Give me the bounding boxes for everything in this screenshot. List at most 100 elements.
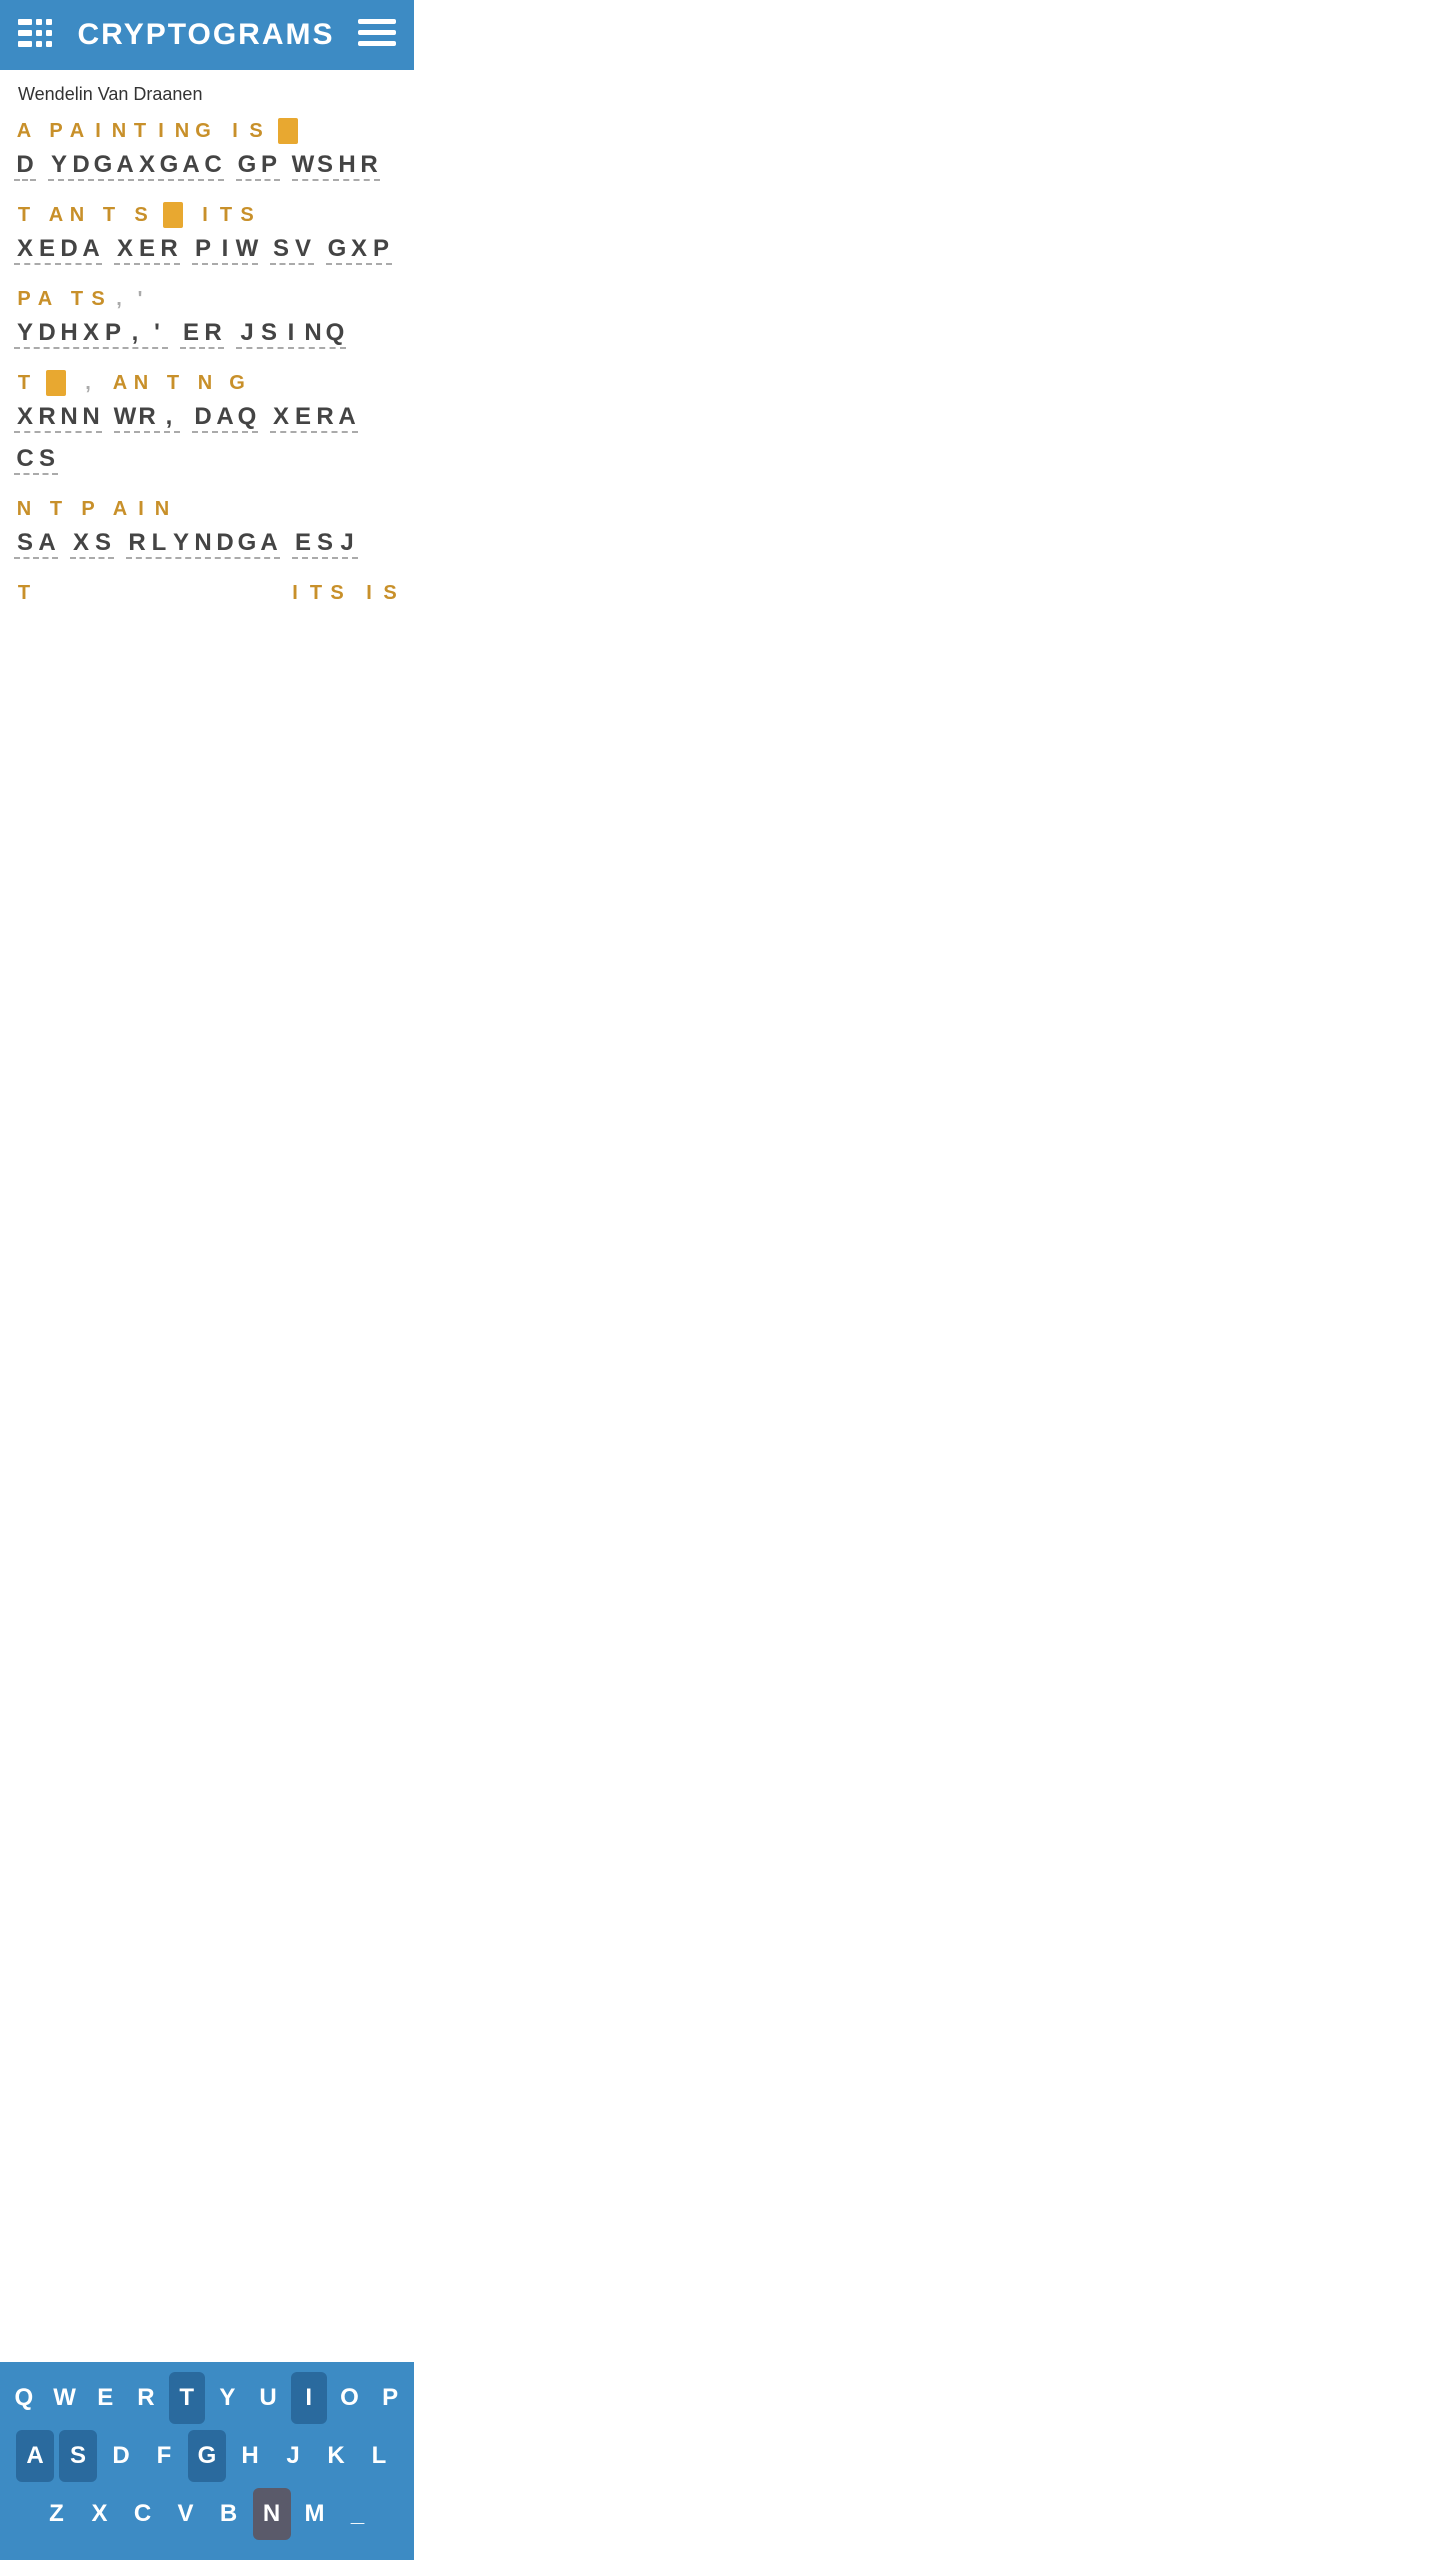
decoded-line-4: T , AN T N G	[14, 365, 400, 401]
encoded-word: YDHXP,'	[14, 319, 168, 349]
encoded-line-2: XEDA XER PIW SV GXP	[14, 235, 400, 265]
encoded-word: CS	[14, 445, 58, 475]
encoded-word: GP	[236, 151, 280, 181]
decoded-word: AIN	[110, 496, 172, 522]
puzzle-line-1: A PAINTING IS D YDGAXGAC GP WSHR	[14, 113, 400, 181]
encoded-word: GXP	[326, 235, 392, 265]
decoded-word: A	[14, 118, 34, 144]
encoded-word: XS	[70, 529, 114, 559]
decoded-word	[46, 370, 66, 396]
decoded-word	[163, 202, 183, 228]
encoded-word: DAQ	[192, 403, 258, 433]
key-G[interactable]: G	[188, 2430, 226, 2482]
key-C[interactable]: C	[124, 2488, 162, 2540]
key-N[interactable]: N	[253, 2488, 291, 2540]
decoded-line-5: N T P AIN	[14, 491, 400, 527]
key-W[interactable]: W	[47, 2372, 83, 2424]
encoded-line-1: D YDGAXGAC GP WSHR	[14, 151, 400, 181]
decoded-word: N	[195, 370, 215, 396]
decoded-line-1: A PAINTING IS	[14, 113, 400, 149]
encoded-line-5: SA XS RLYNDGA ESJ	[14, 529, 400, 559]
encoded-word: XERA	[270, 403, 358, 433]
decoded-word: T	[14, 580, 34, 606]
encoded-word: ER	[180, 319, 224, 349]
key-V[interactable]: V	[167, 2488, 205, 2540]
decoded-word: ITS	[285, 580, 347, 606]
encoded-word: WR,	[114, 403, 180, 433]
key-A[interactable]: A	[16, 2430, 54, 2482]
encoded-line-4: XRNN WR, DAQ XERA CS	[14, 403, 400, 475]
decoded-letter: A	[14, 118, 34, 144]
encoded-word: XRNN	[14, 403, 102, 433]
key-M[interactable]: M	[296, 2488, 334, 2540]
decoded-line-3: PA TS,'	[14, 281, 400, 317]
decoded-word: AN	[110, 370, 151, 396]
key-L[interactable]: L	[360, 2430, 398, 2482]
key-O[interactable]: O	[332, 2372, 368, 2424]
encoded-word: D	[14, 151, 36, 181]
decoded-word: IS	[359, 580, 400, 606]
attribution: Wendelin Van Draanen	[0, 70, 414, 113]
key-P[interactable]: P	[372, 2372, 408, 2424]
decoded-word: ITS	[195, 202, 257, 228]
puzzle-area: A PAINTING IS D YDGAXGAC GP WSHR	[0, 113, 414, 827]
key-B[interactable]: B	[210, 2488, 248, 2540]
decoded-word	[278, 118, 298, 144]
key-U[interactable]: U	[250, 2372, 286, 2424]
encoded-word: YDGAXGAC	[48, 151, 224, 181]
key-I[interactable]: I	[291, 2372, 327, 2424]
decoded-word: PA	[14, 286, 55, 312]
key-Z[interactable]: Z	[38, 2488, 76, 2540]
decoded-word: T	[163, 370, 183, 396]
puzzle-line-6: T ITS IS	[14, 575, 400, 611]
header: Cryptograms	[0, 0, 414, 70]
encoded-word: RLYNDGA	[126, 529, 280, 559]
key-T[interactable]: T	[169, 2372, 205, 2424]
encoded-word: SA	[14, 529, 58, 559]
decoded-word: ,	[78, 370, 98, 396]
bars-icon	[18, 19, 54, 52]
keyboard: Q W E R T Y U I O P A S D F G H J K L Z …	[0, 2362, 414, 2560]
encoded-line-3: YDHXP,' ER JSINQ	[14, 319, 400, 349]
key-D[interactable]: D	[102, 2430, 140, 2482]
key-R[interactable]: R	[128, 2372, 164, 2424]
decoded-word: TS,'	[67, 286, 150, 312]
decoded-line-2: T AN T S ITS	[14, 197, 400, 233]
encoded-word: ESJ	[292, 529, 358, 559]
encoded-word: JSINQ	[236, 319, 346, 349]
decoded-line-6: T ITS IS	[14, 575, 400, 611]
encoded-word: XEDA	[14, 235, 102, 265]
decoded-word: T	[99, 202, 119, 228]
decoded-word: AN	[46, 202, 87, 228]
key-K[interactable]: K	[317, 2430, 355, 2482]
menu-icon[interactable]	[358, 19, 396, 52]
keyboard-row-1: Q W E R T Y U I O P	[6, 2372, 408, 2424]
encoded-word: PIW	[192, 235, 258, 265]
key-F[interactable]: F	[145, 2430, 183, 2482]
puzzle-line-5: N T P AIN SA XS RLYNDGA ESJ	[14, 491, 400, 559]
decoded-word: S	[131, 202, 151, 228]
encoded-word: XER	[114, 235, 180, 265]
decoded-word: T	[14, 370, 34, 396]
app-title: Cryptograms	[77, 18, 334, 52]
key-J[interactable]: J	[274, 2430, 312, 2482]
key-Q[interactable]: Q	[6, 2372, 42, 2424]
decoded-word: PAINTING	[46, 118, 213, 144]
keyboard-row-2: A S D F G H J K L	[6, 2430, 408, 2482]
key-X[interactable]: X	[81, 2488, 119, 2540]
encoded-word: WSHR	[292, 151, 380, 181]
key-E[interactable]: E	[87, 2372, 123, 2424]
key-H[interactable]: H	[231, 2430, 269, 2482]
puzzle-line-4: T , AN T N G XRNN	[14, 365, 400, 475]
keyboard-row-3: Z X C V B N M _	[6, 2488, 408, 2540]
key-S[interactable]: S	[59, 2430, 97, 2482]
decoded-word: G	[227, 370, 247, 396]
encoded-word: SV	[270, 235, 314, 265]
key-underscore[interactable]: _	[339, 2488, 377, 2540]
key-Y[interactable]: Y	[210, 2372, 246, 2424]
decoded-word: IS	[225, 118, 266, 144]
decoded-word: P	[78, 496, 98, 522]
puzzle-line-2: T AN T S ITS XEDA XER	[14, 197, 400, 265]
decoded-word: T	[14, 202, 34, 228]
puzzle-line-3: PA TS,' YDHXP,' ER JSINQ	[14, 281, 400, 349]
